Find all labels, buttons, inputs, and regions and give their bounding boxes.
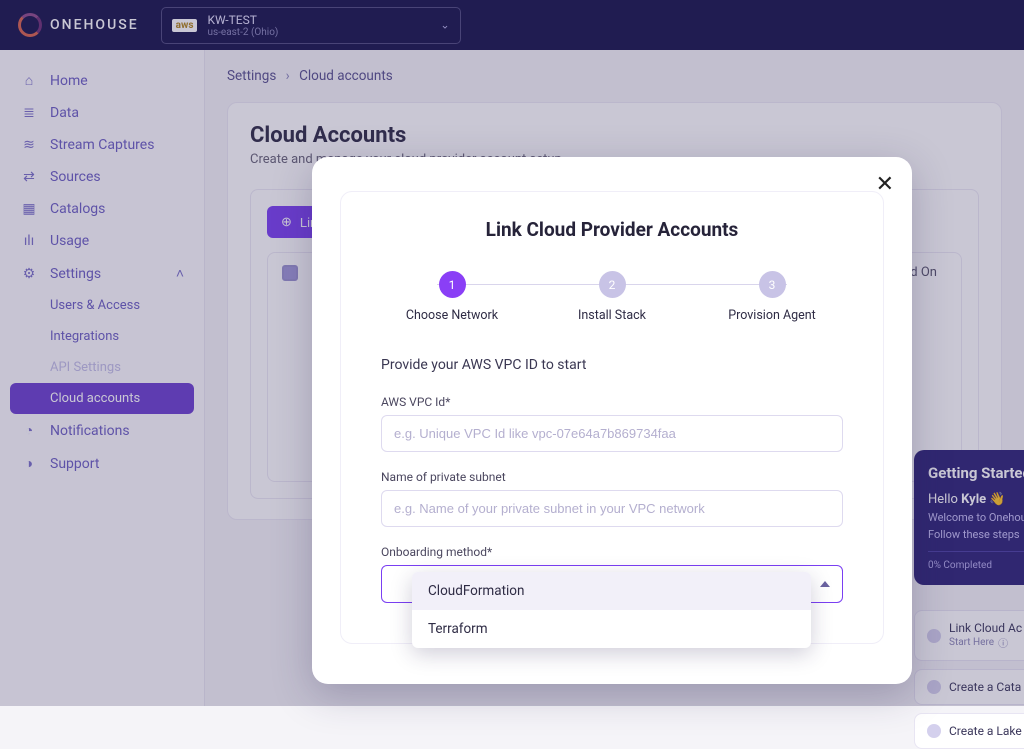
- close-icon: ✕: [876, 171, 894, 196]
- gs-step-title: Create a Lake: [949, 724, 1022, 738]
- step-number: 2: [599, 271, 626, 298]
- step-label: Choose Network: [406, 308, 498, 323]
- modal-form: Provide your AWS VPC ID to start AWS VPC…: [381, 357, 843, 603]
- vpc-id-label: AWS VPC Id*: [381, 395, 843, 409]
- step-label: Provision Agent: [728, 308, 816, 323]
- gs-step-create-lake[interactable]: Create a Lake: [914, 713, 1024, 749]
- onboarding-method-label: Onboarding method*: [381, 545, 843, 559]
- option-terraform[interactable]: Terraform: [412, 610, 811, 648]
- close-button[interactable]: ✕: [876, 171, 894, 197]
- check-circle-icon: [927, 724, 941, 738]
- vpc-id-input[interactable]: [381, 415, 843, 452]
- subnet-label: Name of private subnet: [381, 470, 843, 484]
- step-choose-network[interactable]: 1 Choose Network: [387, 271, 517, 323]
- form-intro: Provide your AWS VPC ID to start: [381, 357, 843, 373]
- subnet-input[interactable]: [381, 490, 843, 527]
- step-label: Install Stack: [578, 308, 646, 323]
- modal-title: Link Cloud Provider Accounts: [381, 218, 843, 241]
- step-number: 3: [759, 271, 786, 298]
- onboarding-method-dropdown: CloudFormation Terraform: [412, 572, 811, 648]
- caret-up-icon: [820, 581, 830, 587]
- step-number: 1: [439, 271, 466, 298]
- wizard-steps: 1 Choose Network 2 Install Stack 3 Provi…: [387, 271, 837, 323]
- step-install-stack[interactable]: 2 Install Stack: [547, 271, 677, 323]
- step-provision-agent[interactable]: 3 Provision Agent: [707, 271, 837, 323]
- option-cloudformation[interactable]: CloudFormation: [412, 572, 811, 610]
